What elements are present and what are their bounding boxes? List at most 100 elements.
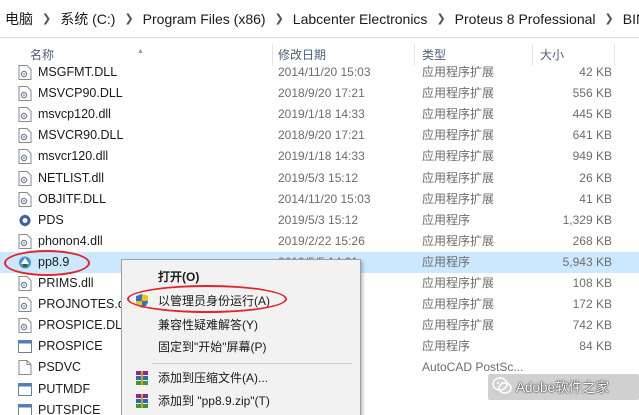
file-type: 应用程序扩展 [422, 149, 495, 164]
file-date: 2018/9/20 17:21 [278, 86, 365, 101]
file-type: 应用程序 [422, 212, 471, 227]
app-window-icon [18, 382, 32, 397]
file-row[interactable]: msvcp120.dll 2019/1/18 14:33 应用程序扩展 445 KB [0, 104, 639, 125]
file-type: 应用程序 [422, 254, 471, 269]
dll-icon [18, 128, 32, 144]
file-name: phonon4.dll [38, 233, 103, 248]
breadcrumb-system-drive[interactable]: 系统 (C:) [57, 9, 118, 29]
file-row[interactable]: PDS 2019/5/3 15:12 应用程序 1,329 KB [0, 210, 639, 231]
file-name: MSVCP90.DLL [38, 86, 123, 101]
file-size: 42 KB [579, 65, 612, 79]
breadcrumb-proteus[interactable]: Proteus 8 Professional [452, 11, 599, 27]
file-size: 445 KB [572, 107, 612, 122]
file-type: 应用程序扩展 [422, 170, 495, 185]
dll-icon [18, 191, 32, 207]
file-date: 2018/9/20 17:21 [278, 128, 365, 143]
dll-icon [18, 149, 32, 165]
file-type: 应用程序扩展 [422, 65, 495, 79]
file-type: 应用程序扩展 [422, 107, 495, 122]
annotation-circle-run-as-admin [127, 285, 287, 313]
menu-item-pin-to-start[interactable]: 固定到"开始"屏幕(P) [122, 336, 360, 358]
menu-item-add-to-archive[interactable]: 添加到压缩文件(A)... [122, 367, 360, 389]
breadcrumb-program-files[interactable]: Program Files (x86) [140, 11, 269, 27]
annotation-circle-file [4, 250, 90, 276]
file-type: 应用程序扩展 [422, 191, 495, 206]
pds-app-icon [18, 213, 32, 228]
file-size: 556 KB [572, 86, 612, 101]
file-date: 2019/1/18 14:33 [278, 149, 365, 164]
chevron-right-icon[interactable]: ❯ [269, 12, 290, 25]
file-size: 1,329 KB [562, 212, 612, 227]
menu-item-open[interactable]: 打开(O) [122, 266, 360, 288]
file-size [540, 400, 612, 415]
file-type: 应用程序 [422, 339, 471, 354]
dll-icon [18, 318, 32, 334]
file-size: 268 KB [572, 233, 612, 248]
menu-separator [152, 363, 352, 364]
file-type: 应用程序扩展 [422, 297, 495, 312]
breadcrumb-computer[interactable]: 电脑 [2, 9, 36, 29]
file-name: MSGFMT.DLL [38, 65, 118, 79]
file-size: 5,943 KB [562, 254, 612, 269]
file-row[interactable]: OBJITF.DLL 2014/11/20 15:03 应用程序扩展 41 KB [0, 189, 639, 210]
dll-icon [18, 297, 32, 313]
file-type: 应用程序扩展 [422, 86, 495, 101]
file-size: 641 KB [572, 128, 612, 143]
file-size: 949 KB [572, 149, 612, 164]
menu-item-add-to-zip[interactable]: 添加到 "pp8.9.zip"(T) [122, 390, 360, 412]
chevron-right-icon[interactable]: ❯ [36, 12, 57, 25]
watermark: Adobe软件之家 [492, 374, 609, 398]
file-row[interactable]: phonon4.dll 2019/2/22 15:26 应用程序扩展 268 KB [0, 231, 639, 252]
file-row[interactable]: NETLIST.dll 2019/5/3 15:12 应用程序扩展 26 KB [0, 168, 639, 189]
dll-icon [18, 86, 32, 102]
file-date: 2014/11/20 15:03 [278, 191, 371, 206]
app-window-icon [18, 403, 32, 415]
dll-icon [18, 65, 32, 80]
file-type: 应用程序扩展 [422, 233, 495, 248]
file-date: 2019/5/3 15:12 [278, 212, 359, 227]
file-date: 2019/1/18 14:33 [278, 107, 365, 122]
file-type: 应用程序扩展 [422, 128, 495, 143]
dll-icon [18, 107, 32, 123]
file-row[interactable]: MSVCP90.DLL 2018/9/20 17:21 应用程序扩展 556 KB [0, 83, 639, 104]
file-size: 172 KB [572, 297, 612, 312]
file-size: 41 KB [579, 191, 612, 206]
file-type: 应用程序扩展 [422, 276, 495, 290]
file-icon [18, 360, 32, 376]
file-type [422, 400, 532, 415]
winrar-icon [136, 394, 148, 408]
breadcrumb-bin[interactable]: BIN [620, 11, 639, 27]
wechat-icon [492, 377, 512, 394]
file-name: PDS [38, 212, 64, 227]
file-row[interactable]: MSVCR90.DLL 2018/9/20 17:21 应用程序扩展 641 KB [0, 125, 639, 146]
breadcrumb-labcenter[interactable]: Labcenter Electronics [290, 11, 431, 27]
file-size: 26 KB [579, 170, 612, 185]
file-size: 108 KB [572, 276, 612, 290]
file-row[interactable]: msvcr120.dll 2019/1/18 14:33 应用程序扩展 949 KB [0, 146, 639, 167]
file-size: 742 KB [572, 318, 612, 333]
file-name: OBJITF.DLL [38, 191, 107, 206]
menu-item-compat-troubleshoot[interactable]: 兼容性疑难解答(Y) [122, 314, 360, 336]
app-window-icon [18, 339, 32, 354]
chevron-right-icon[interactable]: ❯ [430, 12, 451, 25]
dll-icon [18, 233, 32, 249]
file-name: NETLIST.dll [38, 170, 104, 185]
watermark-text: Adobe软件之家 [516, 380, 610, 395]
file-type: 应用程序扩展 [422, 318, 495, 333]
file-date: 2019/2/22 15:26 [278, 233, 365, 248]
file-row[interactable]: MSGFMT.DLL 2014/11/20 15:03 应用程序扩展 42 KB [0, 62, 639, 83]
file-date: 2019/5/3 15:12 [278, 170, 359, 185]
sort-up-icon: ▲ [137, 48, 144, 55]
file-size: 84 KB [579, 339, 612, 354]
file-name: msvcp120.dll [38, 107, 111, 122]
dll-icon [18, 276, 32, 291]
context-menu: 打开(O) 以管理员身份运行(A) 兼容性疑难解答(Y) 固定到"开始"屏幕(P… [121, 259, 361, 415]
file-date: 2014/11/20 15:03 [278, 65, 371, 79]
chevron-right-icon[interactable]: ❯ [118, 12, 139, 25]
file-name: msvcr120.dll [38, 149, 109, 164]
dll-icon [18, 170, 32, 186]
chevron-right-icon[interactable]: ❯ [599, 12, 620, 25]
file-name: MSVCR90.DLL [38, 128, 124, 143]
address-bar[interactable]: 电脑 ❯ 系统 (C:) ❯ Program Files (x86) ❯ Lab… [0, 0, 639, 38]
winrar-icon [136, 371, 148, 385]
